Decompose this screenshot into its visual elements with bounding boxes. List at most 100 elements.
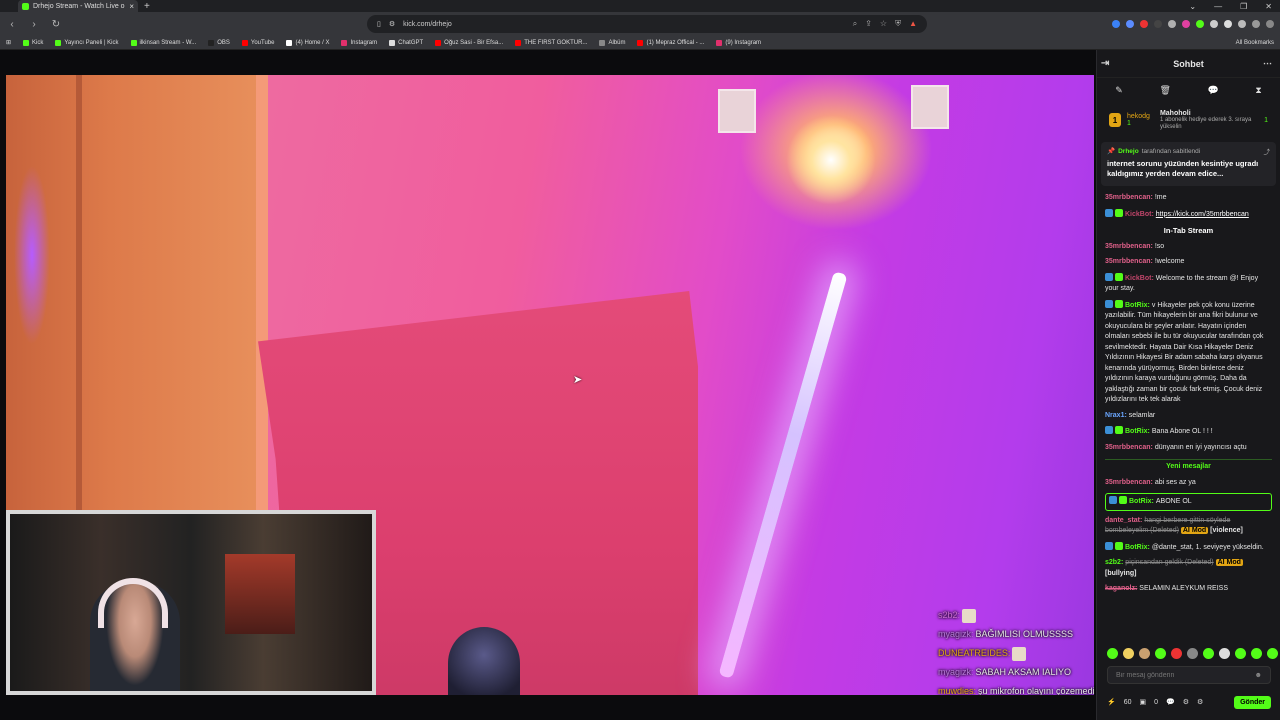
- unpin-icon[interactable]: ⤴: [1264, 146, 1271, 156]
- bookmark-item[interactable]: Oğuz Sasi - Bir Efsa...: [435, 39, 503, 46]
- sidebar-icon[interactable]: [1238, 20, 1246, 28]
- more-options-icon[interactable]: ⋯: [1263, 58, 1272, 69]
- emote-icon[interactable]: [1219, 648, 1230, 659]
- extension-icon[interactable]: [1182, 20, 1190, 28]
- chat-message[interactable]: Nrax1: selamlar: [1105, 411, 1272, 422]
- chat-message[interactable]: dante_stat: hangi berbere gittin söylede …: [1105, 516, 1272, 537]
- in-tab-stream-button[interactable]: In-Tab Stream: [1105, 226, 1272, 237]
- chat-username[interactable]: Nrax1:: [1105, 412, 1127, 419]
- back-icon[interactable]: ‹: [6, 19, 18, 30]
- extension-icon[interactable]: [1168, 20, 1176, 28]
- extension-icon[interactable]: [1224, 20, 1232, 28]
- chat-username[interactable]: 35mrbbencan:: [1105, 194, 1153, 201]
- chat-username[interactable]: kaganolz:: [1105, 585, 1137, 592]
- emote-icon[interactable]: [1123, 648, 1134, 659]
- forward-icon[interactable]: ›: [28, 19, 40, 30]
- bookmark-item[interactable]: THE FIRST GOKTUR...: [515, 39, 587, 46]
- close-tab-icon[interactable]: ×: [129, 2, 134, 11]
- leader-first[interactable]: hekodg 1: [1127, 113, 1150, 127]
- chat-username[interactable]: 35mrbbencan:: [1105, 243, 1153, 250]
- zoom-icon[interactable]: ⌕: [853, 19, 857, 29]
- emote-icon[interactable]: [1251, 648, 1262, 659]
- chat-message[interactable]: KickBot: https://kick.com/35mrbbencan: [1105, 208, 1272, 221]
- chat-username[interactable]: BotRix:: [1129, 498, 1154, 505]
- bookmark-item[interactable]: Albüm: [599, 39, 625, 46]
- bookmark-item[interactable]: (4) Home / X: [286, 39, 329, 46]
- chat-bubble-icon[interactable]: 💬: [1208, 85, 1219, 96]
- browser-tab[interactable]: Drhejo Stream - Watch Live o ×: [18, 0, 138, 12]
- chat-username[interactable]: BotRix:: [1125, 428, 1150, 435]
- collapse-chat-icon[interactable]: ⇥: [1101, 58, 1109, 69]
- chat-message[interactable]: s2b2: piçinsandan geldik (Deleted) AI Mod…: [1105, 558, 1272, 579]
- drops-icon[interactable]: ▣: [1140, 698, 1147, 706]
- site-info-icon[interactable]: ⚙: [389, 20, 395, 28]
- chat-settings-icon[interactable]: ⚙: [1197, 698, 1203, 706]
- emote-icon[interactable]: [1155, 648, 1166, 659]
- menu-icon[interactable]: [1266, 20, 1274, 28]
- chat-username[interactable]: 35mrbbencan:: [1105, 444, 1153, 451]
- chat-message[interactable]: 35mrbbencan: !welcome: [1105, 257, 1272, 268]
- bookmark-item[interactable]: Kick: [23, 39, 43, 46]
- all-bookmarks-button[interactable]: All Bookmarks: [1236, 40, 1274, 46]
- emote-icon[interactable]: [1203, 648, 1214, 659]
- chat-message[interactable]: BotRix: v Hikayeler pek çok konu üzerine …: [1105, 299, 1272, 406]
- bookmark-item[interactable]: Yayıncı Paneli | Kick: [55, 39, 119, 46]
- extension-icon[interactable]: [1210, 20, 1218, 28]
- chat-message[interactable]: BotRix: ABONE OL: [1105, 493, 1272, 511]
- chat-username[interactable]: KickBot:: [1125, 275, 1154, 282]
- chat-bubble-icon[interactable]: 💬: [1166, 698, 1175, 706]
- maximize-button[interactable]: ❐: [1240, 2, 1247, 11]
- trash-icon[interactable]: 🗑: [1159, 85, 1170, 96]
- chat-username[interactable]: s2b2:: [1105, 559, 1123, 566]
- close-window-button[interactable]: ✕: [1265, 2, 1272, 11]
- bookmark-item[interactable]: ChatGPT: [389, 39, 423, 46]
- chat-message[interactable]: 35mrbbencan: !me: [1105, 193, 1272, 204]
- chat-input-box[interactable]: ☻: [1107, 666, 1271, 684]
- emote-icon[interactable]: [1187, 648, 1198, 659]
- bookmark-item[interactable]: Instagram: [341, 39, 377, 46]
- apps-icon[interactable]: ⊞: [6, 39, 11, 46]
- chat-message[interactable]: 35mrbbencan: dünyanın en iyi yayıncısı aç…: [1105, 443, 1272, 454]
- bookmark-item[interactable]: (9) Instagram: [716, 39, 761, 46]
- reload-icon[interactable]: ↻: [50, 19, 62, 30]
- chat-link[interactable]: https://kick.com/35mrbbencan: [1156, 211, 1249, 218]
- settings-icon[interactable]: ⚙: [1183, 698, 1189, 706]
- extension-icon[interactable]: [1140, 20, 1148, 28]
- emote-icon[interactable]: [1235, 648, 1246, 659]
- chat-message[interactable]: 35mrbbencan: !so: [1105, 242, 1272, 253]
- bookmark-icon[interactable]: ▯: [377, 20, 381, 28]
- send-button[interactable]: Gönder: [1234, 695, 1271, 709]
- emote-icon[interactable]: [1139, 648, 1150, 659]
- chat-username[interactable]: BotRix:: [1125, 302, 1150, 309]
- chat-username[interactable]: 35mrbbencan:: [1105, 479, 1153, 486]
- points-icon[interactable]: ⚡: [1107, 698, 1116, 706]
- extension-icon[interactable]: [1196, 20, 1204, 28]
- chat-message[interactable]: 35mrbbencan: abi ses az ya: [1105, 478, 1272, 489]
- star-icon[interactable]: ☆: [880, 19, 887, 29]
- warning-icon[interactable]: ▲: [909, 19, 917, 29]
- chat-message-input[interactable]: [1116, 671, 1255, 679]
- emote-icon[interactable]: [1107, 648, 1118, 659]
- emote-icon[interactable]: [1267, 648, 1278, 659]
- bookmark-item[interactable]: OBS: [208, 39, 230, 46]
- chat-username[interactable]: BotRix:: [1125, 544, 1150, 551]
- profile-icon[interactable]: [1252, 20, 1260, 28]
- chevron-down-icon[interactable]: ⌄: [1189, 2, 1196, 11]
- chat-username[interactable]: KickBot:: [1125, 211, 1154, 218]
- leader-second[interactable]: Mahoholi 1 abonelik hediye ederek 3. sır…: [1160, 110, 1258, 131]
- emoji-picker-icon[interactable]: ☻: [1255, 672, 1262, 679]
- extension-icon[interactable]: [1126, 20, 1134, 28]
- emote-icon[interactable]: [1171, 648, 1182, 659]
- bookmark-item[interactable]: ilkinsan Stream - W...: [130, 39, 196, 46]
- share-icon[interactable]: ⇪: [865, 19, 872, 29]
- pin-icon[interactable]: ✎: [1115, 85, 1123, 96]
- chat-username[interactable]: 35mrbbencan:: [1105, 258, 1153, 265]
- chat-username[interactable]: dante_stat:: [1105, 517, 1142, 524]
- hourglass-icon[interactable]: ⧗: [1255, 85, 1261, 96]
- pinned-message[interactable]: 📌 Drhejo tarafından sabitlendi ⤴ interne…: [1101, 142, 1276, 186]
- bookmark-item[interactable]: (1) Mepraz Offical - ...: [637, 39, 704, 46]
- extension-icon[interactable]: [1112, 20, 1120, 28]
- minimize-button[interactable]: —: [1214, 2, 1222, 11]
- chat-message[interactable]: KickBot: Welcome to the stream @! Enjoy y…: [1105, 272, 1272, 295]
- new-tab-button[interactable]: +: [144, 1, 150, 12]
